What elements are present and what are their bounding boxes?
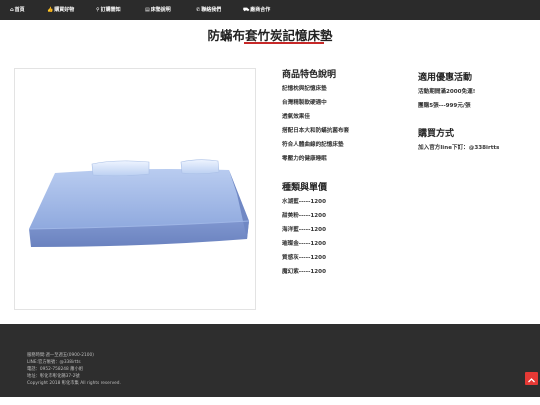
purchase-heading: 購買方式 [418,129,455,139]
mattress-illustration [28,159,250,247]
top-navbar: ⌂首頁 👍購買好物 ⚲訂購需知 ▤床墊說明 ✆聯絡我們 ⛟廠商合作 [0,0,540,20]
title-underline [244,42,324,44]
product-image [14,68,256,310]
feature-item: 記憶枕與記憶床墊 [282,86,327,92]
variant-item: 璀璨金-----1200 [282,241,326,247]
cart-icon: ⛟ [243,7,250,13]
phone-icon: ✆ [196,7,201,13]
nav-item-mattress-info[interactable]: ▤床墊說明 [145,0,171,20]
footer-phone: 電話：0952-758248 蕭小姐 [27,367,84,372]
variants-heading: 種類與單價 [282,183,328,193]
promo-section: 適用優惠活動 活動期間滿2000免運! 團購5張---999元/張 [418,70,475,109]
variant-item: 甜美粉-----1200 [282,213,326,219]
nav-label: 廠商合作 [250,7,271,13]
back-to-top-button[interactable] [525,372,538,385]
variants-section: 種類與單價 水湖藍-----1200 甜美粉-----1200 海洋藍-----… [282,180,327,275]
footer-address: 地址：彰化市彰化縣37-2號 [27,374,80,379]
nav-item-shop[interactable]: 👍購買好物 [47,0,74,20]
promo-line: 活動期間滿2000免運! [418,89,476,95]
purchase-section: 購買方式 加入官方line下訂：@338irtts [418,126,499,151]
search-list-icon: ⚲ [96,7,100,13]
variant-item: 魔幻紫-----1200 [282,269,326,275]
variant-item: 水湖藍-----1200 [282,199,326,205]
feature-item: 透氣效果佳 [282,114,310,120]
feature-item: 符合人體曲線的記憶床墊 [282,142,344,148]
features-section: 商品特色說明 記憶枕與記憶床墊 台灣精製軟硬適中 透氣效果佳 搭配日本大和防蟎抗… [282,67,349,162]
feature-item: 台灣精製軟硬適中 [282,100,327,106]
nav-label: 購買好物 [54,7,75,13]
nav-item-order-info[interactable]: ⚲訂購需知 [96,0,121,20]
footer-hours: 服務時間:週一至週五(0900-2100) [27,353,94,358]
variant-item: 海洋藍-----1200 [282,227,326,233]
nav-item-contact[interactable]: ✆聯絡我們 [196,0,221,20]
home-icon: ⌂ [10,7,14,13]
book-icon: ▤ [145,7,150,13]
feature-item: 零壓力的健康睡眠 [282,156,327,162]
promo-line: 團購5張---999元/張 [418,103,471,109]
nav-label: 床墊說明 [150,7,171,13]
nav-item-home[interactable]: ⌂首頁 [10,0,25,20]
nav-label: 訂購需知 [100,7,121,13]
nav-item-partners[interactable]: ⛟廠商合作 [243,0,270,20]
feature-item: 搭配日本大和防蟎抗菌布套 [282,128,350,134]
footer-copyright: Copyright 2018 彰化市集 All rights reserved. [27,381,121,386]
promo-heading: 適用優惠活動 [418,73,473,83]
purchase-line: 加入官方line下訂：@338irtts [418,145,500,151]
site-footer: 服務時間:週一至週五(0900-2100) LINE:官方帳號：@338irtt… [0,324,540,397]
thumbs-up-icon: 👍 [47,7,54,13]
nav-label: 首頁 [14,7,25,13]
footer-line-account: LINE:官方帳號：@338irtts [27,360,81,365]
chevron-up-icon [528,378,535,383]
features-heading: 商品特色說明 [282,70,337,80]
variant-item: 質感灰-----1200 [282,255,326,261]
nav-label: 聯絡我們 [201,7,222,13]
